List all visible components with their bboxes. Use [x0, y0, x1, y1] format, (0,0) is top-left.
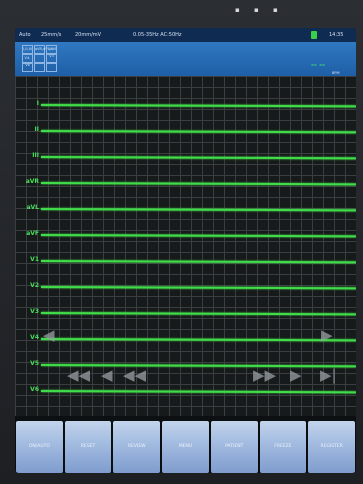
- lead-group-cell[interactable]: [34, 54, 45, 63]
- lead-label: III: [32, 152, 39, 159]
- speed-label: 25mm/s: [41, 32, 62, 38]
- battery-icon: [311, 31, 317, 39]
- lead-group-cell[interactable]: aVR,aVL,aVF: [34, 45, 57, 54]
- screen: Auto 25mm/s 20mm/mV 0.05-35Hz AC:50Hz 14…: [15, 28, 356, 473]
- skip-end-icon[interactable]: ▶|: [320, 368, 337, 383]
- lead-row-i: I: [15, 99, 356, 109]
- play-icon[interactable]: ▶: [290, 368, 302, 383]
- heart-rate-unit: BPM: [332, 71, 340, 75]
- lead-row-v4: V4: [15, 333, 356, 343]
- lead-label: II: [34, 126, 39, 133]
- lead-row-avl: aVL: [15, 203, 356, 213]
- heart-rate-readout: -- --: [311, 61, 326, 69]
- lead-label: aVF: [26, 230, 39, 237]
- lead-label: V3: [30, 308, 39, 315]
- ecg-trace: [40, 234, 356, 238]
- ecg-trace: [40, 338, 356, 342]
- lead-group-cell[interactable]: [46, 54, 57, 63]
- ecg-trace: [40, 156, 356, 160]
- ecg-waveform-area: I II III aVR aVL aVF V1 V2 V3 V4 V5 V6 ◀…: [15, 76, 356, 416]
- lead-group-cell[interactable]: [22, 63, 33, 72]
- lead-label: aVL: [26, 204, 39, 211]
- ecg-trace: [40, 182, 356, 186]
- page-right-icon[interactable]: ▶: [321, 328, 333, 343]
- lead-group-cell[interactable]: [46, 63, 57, 72]
- fast-back-icon[interactable]: ◀◀: [123, 368, 146, 383]
- lead-row-v2: V2: [15, 281, 356, 291]
- ecg-trace: [40, 312, 356, 316]
- lead-row-ii: II: [15, 125, 356, 135]
- info-panel: I,II,III aVR,aVL,aVF V1-V3 V4-V6 -- -- B…: [15, 42, 356, 76]
- lead-group-cell[interactable]: V4-V6: [22, 54, 33, 67]
- ecg-trace: [40, 260, 356, 264]
- rewind-icon[interactable]: ◀◀: [67, 368, 90, 383]
- softkey-review[interactable]: REVIEW: [113, 421, 161, 473]
- softkey-freeze[interactable]: FREEZE: [259, 421, 307, 473]
- lead-label: V6: [30, 386, 39, 393]
- lead-row-v6: V6: [15, 385, 356, 395]
- lead-row-avf: aVF: [15, 229, 356, 239]
- lead-label: I: [36, 100, 39, 107]
- lead-row-v1: V1: [15, 255, 356, 265]
- lead-row-v3: V3: [15, 307, 356, 317]
- softkey-register[interactable]: REGISTER: [308, 421, 356, 473]
- ecg-trace: [40, 208, 356, 212]
- ecg-trace: [40, 130, 356, 134]
- page-left-icon[interactable]: ◀: [43, 328, 55, 343]
- mode-label: Auto: [19, 32, 31, 38]
- lead-label: V2: [30, 282, 39, 289]
- lead-label: V4: [30, 334, 39, 341]
- device-frame: ▪ ▪ ▪ Auto 25mm/s 20mm/mV 0.05-35Hz AC:5…: [0, 0, 363, 484]
- step-back-icon[interactable]: ◀: [101, 368, 113, 383]
- device-status-icons: ▪ ▪ ▪: [235, 6, 284, 14]
- ecg-trace: [40, 390, 356, 394]
- softkey-bar: ON/AUTO RESET REVIEW MENU PATIENT FREEZE…: [15, 421, 356, 473]
- filter-label: 0.05-35Hz AC:50Hz: [133, 32, 182, 38]
- softkey-reset[interactable]: RESET: [64, 421, 112, 473]
- lead-label: V1: [30, 256, 39, 263]
- lead-group-cell[interactable]: [34, 63, 45, 72]
- lead-label: aVR: [25, 178, 39, 185]
- clock: 14:35: [329, 32, 344, 38]
- gain-label: 20mm/mV: [75, 32, 102, 38]
- fast-forward-icon[interactable]: ▶▶: [253, 368, 276, 383]
- lead-row-avr: aVR: [15, 177, 356, 187]
- softkey-patient[interactable]: PATIENT: [210, 421, 258, 473]
- softkey-on-auto[interactable]: ON/AUTO: [16, 421, 63, 473]
- softkey-menu[interactable]: MENU: [162, 421, 209, 473]
- status-bar: Auto 25mm/s 20mm/mV 0.05-35Hz AC:50Hz 14…: [15, 28, 356, 42]
- lead-label: V5: [30, 360, 39, 367]
- lead-row-iii: III: [15, 151, 356, 161]
- lead-group-cell[interactable]: V1-V3: [46, 45, 57, 58]
- ecg-trace: [40, 286, 356, 290]
- lead-group-cell[interactable]: I,II,III: [22, 45, 33, 54]
- ecg-trace: [40, 104, 356, 108]
